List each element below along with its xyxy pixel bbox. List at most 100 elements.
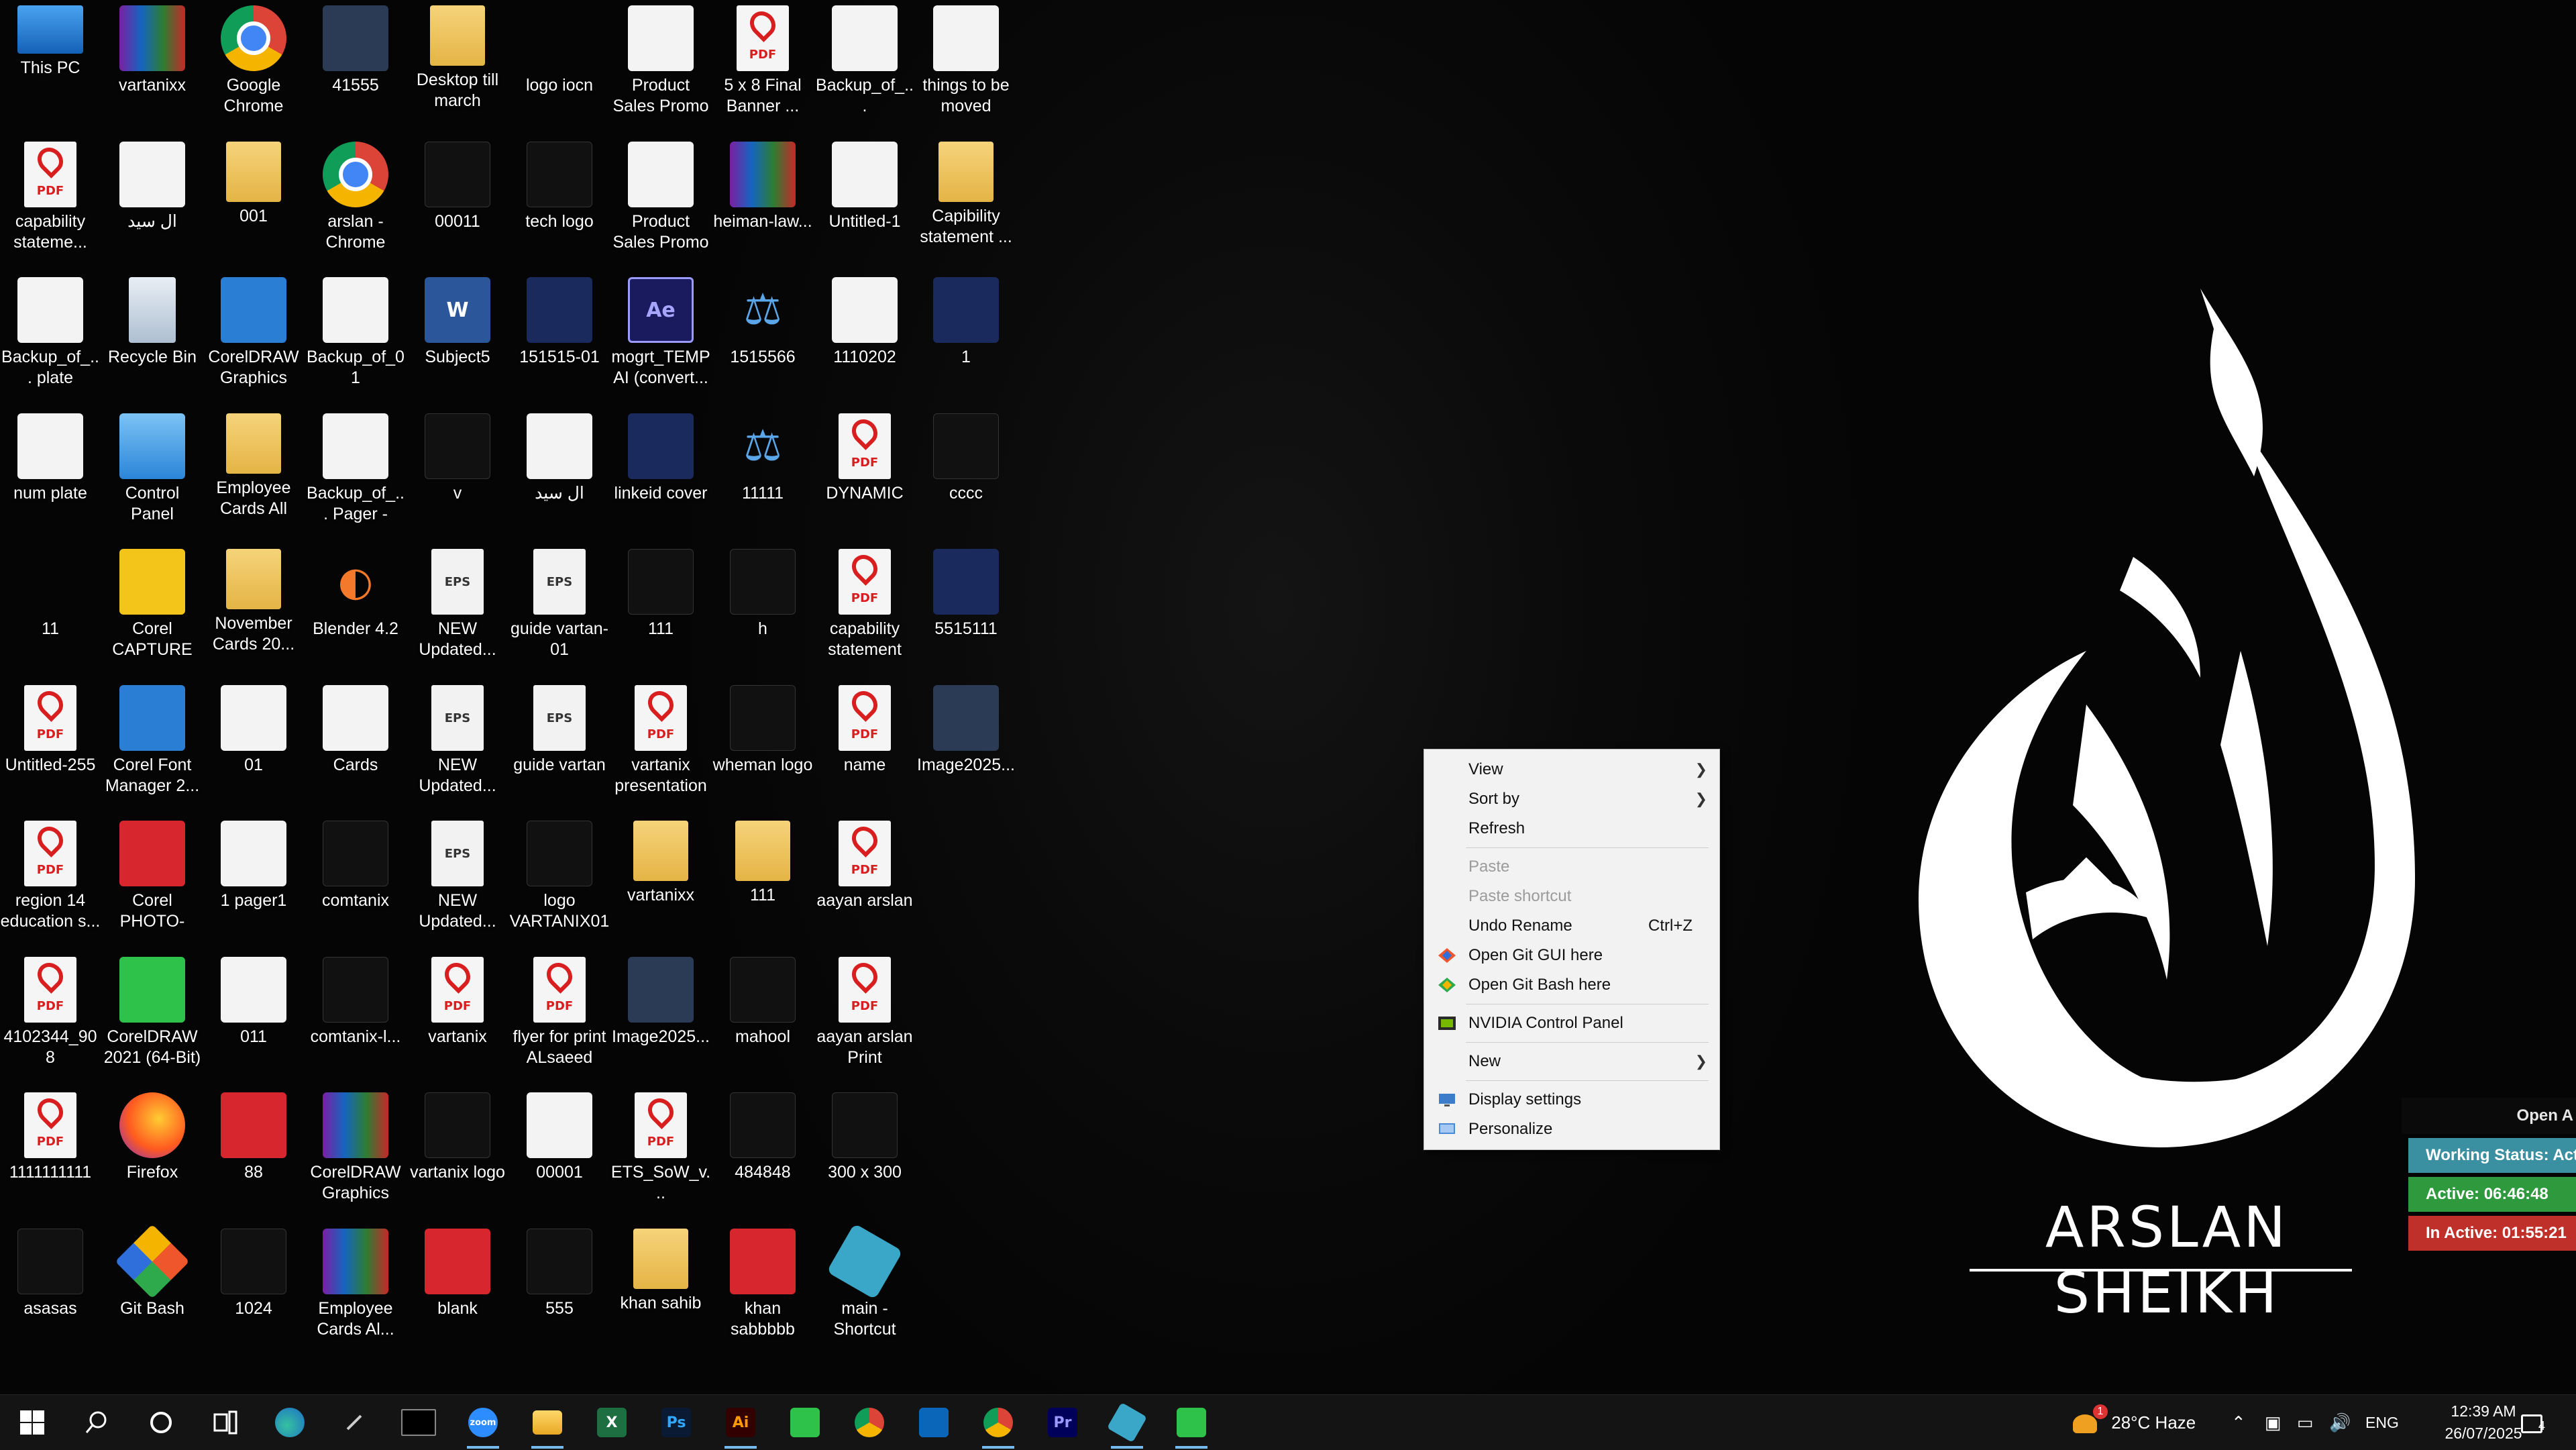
desktop-icon[interactable]: asasas <box>0 1223 101 1357</box>
taskbar-premiere[interactable]: Pr <box>1030 1395 1095 1450</box>
desktop-icon[interactable]: ETS_SoW_v... <box>610 1087 711 1221</box>
desktop-icon[interactable]: 4102344_908 <box>0 951 101 1086</box>
desktop-icon[interactable]: logo VARTANIX01 <box>509 815 610 949</box>
desktop-icon[interactable]: num plate <box>0 408 101 542</box>
task-view-button[interactable] <box>193 1395 258 1450</box>
desktop-icon[interactable]: h <box>712 543 813 678</box>
desktop-icon[interactable]: 1024 <box>203 1223 304 1357</box>
desktop-icon[interactable]: 88 <box>203 1087 304 1221</box>
desktop-icon[interactable]: Product Sales Promo Pack... <box>610 136 711 270</box>
desktop-icon[interactable]: This PC <box>0 0 101 134</box>
desktop-icon[interactable]: Ae mogrt_TEMP AI (convert... <box>610 272 711 406</box>
desktop-icon[interactable]: November Cards 20... <box>203 543 304 678</box>
taskbar-zoom[interactable]: zoom <box>451 1395 515 1450</box>
desktop-icon[interactable]: capability stateme... <box>0 136 101 270</box>
tray-clock[interactable]: 12:39 AM 26/07/2025 <box>2442 1400 2525 1445</box>
desktop-icon[interactable]: Untitled-255 <box>0 680 101 814</box>
desktop-icon[interactable]: Corel PHOTO-PAI... <box>102 815 203 949</box>
desktop-icon[interactable]: blank <box>407 1223 508 1357</box>
tray-overflow-button[interactable]: ⌃ <box>2231 1395 2246 1450</box>
menu-item-open-git-bash[interactable]: Open Git Bash here <box>1424 970 1719 1000</box>
desktop-icon[interactable]: 111 <box>712 815 813 949</box>
desktop-icon[interactable]: Corel CAPTURE 2... <box>102 543 203 678</box>
desktop-icon[interactable]: heiman-law... <box>712 136 813 270</box>
desktop-icon[interactable]: 5 x 8 Final Banner ... <box>712 0 813 134</box>
desktop-icon[interactable]: 41555 <box>305 0 406 134</box>
desktop-icon[interactable]: Image2025... <box>610 951 711 1086</box>
desktop-icon[interactable]: Backup_of_... plate <box>0 272 101 406</box>
desktop-icon[interactable]: Corel Font Manager 2... <box>102 680 203 814</box>
weather-widget[interactable]: 1 28°C Haze <box>2073 1395 2196 1450</box>
taskbar-terminal[interactable] <box>386 1395 451 1450</box>
taskbar-edge[interactable] <box>258 1395 322 1450</box>
status-widget[interactable]: Open A Working Status: Acti Active: 06:4… <box>2402 1098 2576 1251</box>
desktop-icon[interactable]: 1 <box>916 272 1016 406</box>
desktop-icon[interactable]: vartanixx <box>610 815 711 949</box>
menu-item-personalize[interactable]: Personalize <box>1424 1115 1719 1144</box>
menu-item-paste-shortcut[interactable]: Paste shortcut <box>1424 882 1719 911</box>
tray-language[interactable]: ENG <box>2365 1395 2399 1450</box>
desktop-icon[interactable]: 1 pager1 <box>203 815 304 949</box>
taskbar-app[interactable] <box>1095 1395 1159 1450</box>
desktop-icon[interactable]: region 14 education s... <box>0 815 101 949</box>
desktop-icon[interactable]: ال سيد <box>509 408 610 542</box>
cortana-button[interactable] <box>129 1395 193 1450</box>
desktop-icon[interactable]: 011 <box>203 951 304 1086</box>
desktop-icon[interactable]: 01 <box>203 680 304 814</box>
desktop-icon[interactable]: name <box>814 680 915 814</box>
desktop-icon[interactable]: 11 <box>0 543 101 678</box>
menu-item-paste[interactable]: Paste <box>1424 852 1719 882</box>
desktop-icon[interactable]: Backup_of_01 <box>305 272 406 406</box>
desktop-icon[interactable]: Firefox <box>102 1087 203 1221</box>
taskbar-coreldraw[interactable] <box>773 1395 837 1450</box>
desktop-icon[interactable]: ◐ Blender 4.2 <box>305 543 406 678</box>
taskbar-excel[interactable]: X <box>580 1395 644 1450</box>
desktop-icon[interactable]: CorelDRAW Graphics Su... <box>203 272 304 406</box>
desktop-icon[interactable]: CorelDRAW Graphics Su... <box>305 1087 406 1221</box>
menu-item-view[interactable]: View ❯ <box>1424 755 1719 784</box>
desktop-icon[interactable]: comtanix-l... <box>305 951 406 1086</box>
desktop-icon[interactable]: things to be moved <box>916 0 1016 134</box>
desktop-icon[interactable]: khan sahib <box>610 1223 711 1357</box>
desktop-icon[interactable]: DYNAMIC <box>814 408 915 542</box>
search-button[interactable] <box>64 1395 129 1450</box>
desktop-icon[interactable]: logo iocn <box>509 0 610 134</box>
desktop-icon[interactable]: linkeid cover <box>610 408 711 542</box>
taskbar-chrome-profile[interactable] <box>966 1395 1030 1450</box>
desktop-icon[interactable]: Desktop till march <box>407 0 508 134</box>
desktop-icon[interactable]: arslan - Chrome <box>305 136 406 270</box>
taskbar-vscode[interactable] <box>902 1395 966 1450</box>
desktop-icon[interactable]: Image2025... <box>916 680 1016 814</box>
desktop-icon[interactable]: aayan arslan Print <box>814 951 915 1086</box>
status-widget-header[interactable]: Open A <box>2402 1098 2576 1134</box>
desktop-icon[interactable]: 001 <box>203 136 304 270</box>
desktop-icon[interactable]: Cards <box>305 680 406 814</box>
desktop-icon[interactable]: 151515-01 <box>509 272 610 406</box>
desktop-icon[interactable]: W Subject5 <box>407 272 508 406</box>
desktop-icon[interactable]: Control Panel <box>102 408 203 542</box>
tray-meet-now[interactable]: ▣ <box>2265 1395 2282 1450</box>
desktop-icon[interactable]: capability statement <box>814 543 915 678</box>
desktop-icon[interactable]: vartanix <box>407 951 508 1086</box>
desktop-icon[interactable]: Google Chrome <box>203 0 304 134</box>
menu-item-sort-by[interactable]: Sort by ❯ <box>1424 784 1719 814</box>
menu-item-undo-rename[interactable]: Undo Rename Ctrl+Z <box>1424 911 1719 941</box>
desktop-icon[interactable]: tech logo <box>509 136 610 270</box>
desktop-icon[interactable]: EPS guide vartan-01 <box>509 543 610 678</box>
desktop-icon[interactable]: 5515111 <box>916 543 1016 678</box>
taskbar-illustrator[interactable]: Ai <box>708 1395 773 1450</box>
desktop-icon[interactable]: aayan arslan <box>814 815 915 949</box>
desktop-icon[interactable]: flyer for print ALsaeed po... <box>509 951 610 1086</box>
taskbar-coreldraw-2[interactable] <box>1159 1395 1224 1450</box>
taskbar-pen[interactable] <box>322 1395 386 1450</box>
desktop-icon[interactable]: 1111111111 <box>0 1087 101 1221</box>
desktop-icon[interactable]: EPS NEW Updated... <box>407 680 508 814</box>
desktop-icon[interactable]: 111 <box>610 543 711 678</box>
desktop-icon[interactable]: CorelDRAW 2021 (64-Bit) <box>102 951 203 1086</box>
desktop-icon[interactable]: Product Sales Promo Pack... <box>610 0 711 134</box>
action-center-button[interactable]: 4 <box>2521 1395 2561 1450</box>
desktop-icon[interactable]: Untitled-1 <box>814 136 915 270</box>
desktop-icon[interactable]: comtanix <box>305 815 406 949</box>
menu-item-display-settings[interactable]: Display settings <box>1424 1085 1719 1115</box>
desktop-icon[interactable]: Employee Cards All <box>203 408 304 542</box>
